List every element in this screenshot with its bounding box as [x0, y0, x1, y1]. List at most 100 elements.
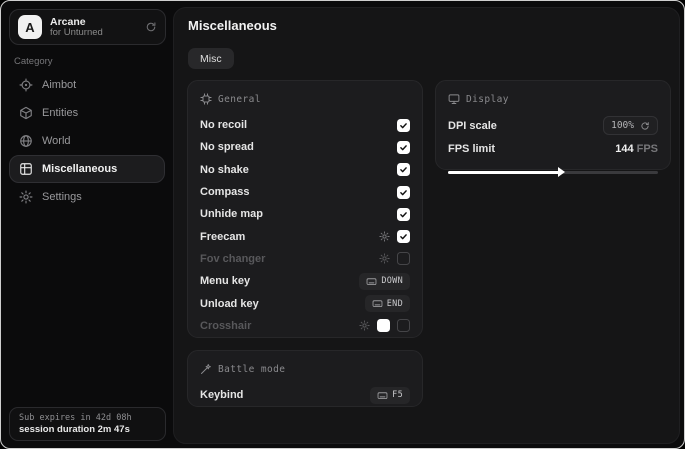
refresh-icon[interactable] [640, 121, 650, 131]
check-icon [399, 210, 408, 219]
checkbox-crosshair[interactable] [397, 319, 410, 332]
sidebar-item-label: Settings [42, 191, 82, 203]
page-title: Miscellaneous [188, 18, 277, 33]
setting-label: Unload key [200, 298, 259, 310]
fps-number: 144 [615, 143, 633, 155]
keybind-badge-battle[interactable]: F5 [370, 387, 410, 404]
keyboard-icon [372, 298, 383, 309]
setting-row-crosshair: Crosshair [200, 315, 410, 337]
checkbox-no-recoil[interactable] [397, 119, 410, 132]
sub-expiry-text: Sub expires in 42d 08h [19, 413, 156, 423]
setting-row-compass: Compass [200, 181, 410, 203]
keybind-label: DOWN [381, 276, 403, 286]
check-icon [399, 121, 408, 130]
setting-label: Keybind [200, 389, 243, 401]
main-content: Miscellaneous Misc General No recoil [173, 7, 680, 444]
setting-label: No spread [200, 141, 254, 153]
checkbox-no-spread[interactable] [397, 141, 410, 154]
slider-thumb[interactable] [558, 167, 565, 177]
session-duration-text: session duration 2m 47s [19, 424, 156, 435]
chip-icon [200, 93, 212, 105]
sidebar-nav: Aimbot Entities World [1, 71, 173, 211]
setting-row-no-shake: No shake [200, 159, 410, 181]
slider-fill [448, 171, 561, 174]
sidebar-item-settings[interactable]: Settings [9, 183, 165, 211]
panel-display-header: Display [448, 91, 658, 107]
sync-icon[interactable] [145, 21, 157, 33]
keybind-label: END [387, 299, 403, 309]
setting-label: Crosshair [200, 320, 251, 332]
setting-row-no-recoil: No recoil [200, 114, 410, 136]
checkbox-freecam[interactable] [397, 230, 410, 243]
sidebar-item-label: Aimbot [42, 79, 76, 91]
setting-label: Unhide map [200, 208, 263, 220]
setting-row-dpi-scale: DPI scale 100% [448, 114, 658, 137]
check-icon [399, 188, 408, 197]
brand-card[interactable]: A Arcane for Unturned [9, 9, 166, 45]
panel-display: Display DPI scale 100% FPS limit 144 FPS [435, 80, 671, 170]
setting-row-keybind: Keybind F5 [200, 384, 410, 406]
fps-value: 144 FPS [615, 143, 658, 155]
fps-slider[interactable] [448, 168, 658, 176]
setting-label: Freecam [200, 231, 245, 243]
setting-label: No recoil [200, 119, 247, 131]
cube-icon [19, 106, 33, 120]
monitor-icon [448, 93, 460, 105]
gear-icon [19, 190, 33, 204]
sidebar-item-label: Entities [42, 107, 78, 119]
panel-general-header: General [200, 91, 410, 107]
fps-unit: FPS [637, 143, 658, 155]
checkbox-compass[interactable] [397, 186, 410, 199]
check-icon [399, 143, 408, 152]
gear-icon[interactable] [359, 320, 370, 331]
gear-icon[interactable] [379, 231, 390, 242]
setting-row-freecam: Freecam [200, 225, 410, 247]
checkbox-fov-changer[interactable] [397, 252, 410, 265]
sidebar: A Arcane for Unturned Category Aimbot [1, 1, 173, 448]
brand-name: Arcane [50, 16, 137, 28]
gear-icon[interactable] [379, 253, 390, 264]
panel-header-label: Display [466, 94, 509, 105]
setting-label: Compass [200, 186, 250, 198]
setting-label: DPI scale [448, 120, 497, 132]
setting-label: No shake [200, 164, 249, 176]
brand-subtitle: for Unturned [50, 28, 137, 39]
panel-battle-header: Battle mode [200, 361, 410, 377]
keyboard-icon [366, 276, 377, 287]
globe-icon [19, 134, 33, 148]
panel-header-label: Battle mode [218, 364, 285, 375]
setting-row-fps-limit: FPS limit 144 FPS [448, 137, 658, 160]
dpi-value: 100% [611, 120, 634, 131]
wand-icon [200, 363, 212, 375]
panel-header-label: General [218, 94, 261, 105]
app-window: A Arcane for Unturned Category Aimbot [0, 0, 685, 449]
setting-row-unload-key: Unload key END [200, 292, 410, 314]
sidebar-item-world[interactable]: World [9, 127, 165, 155]
panel-general: General No recoil No spread [187, 80, 423, 338]
sidebar-item-entities[interactable]: Entities [9, 99, 165, 127]
setting-row-fov-changer: Fov changer [200, 248, 410, 270]
keybind-badge-menu-key[interactable]: DOWN [359, 273, 410, 290]
subscription-info: Sub expires in 42d 08h session duration … [9, 407, 166, 441]
checkbox-no-shake[interactable] [397, 163, 410, 176]
category-label: Category [14, 56, 53, 67]
setting-row-menu-key: Menu key DOWN [200, 270, 410, 292]
crosshair-icon [19, 78, 33, 92]
keyboard-icon [377, 390, 388, 401]
keybind-badge-unload-key[interactable]: END [365, 295, 410, 312]
setting-label: FPS limit [448, 143, 495, 155]
color-swatch[interactable] [377, 319, 390, 332]
sidebar-item-label: World [42, 135, 71, 147]
check-icon [399, 232, 408, 241]
tab-misc[interactable]: Misc [188, 48, 234, 69]
panel-battle-mode: Battle mode Keybind F5 [187, 350, 423, 407]
dpi-scale-badge[interactable]: 100% [603, 116, 658, 135]
sidebar-item-aimbot[interactable]: Aimbot [9, 71, 165, 99]
grid-icon [19, 162, 33, 176]
keybind-label: F5 [392, 390, 403, 400]
setting-label: Menu key [200, 275, 250, 287]
checkbox-unhide-map[interactable] [397, 208, 410, 221]
setting-label: Fov changer [200, 253, 265, 265]
sidebar-item-label: Miscellaneous [42, 163, 117, 175]
sidebar-item-miscellaneous[interactable]: Miscellaneous [9, 155, 165, 183]
